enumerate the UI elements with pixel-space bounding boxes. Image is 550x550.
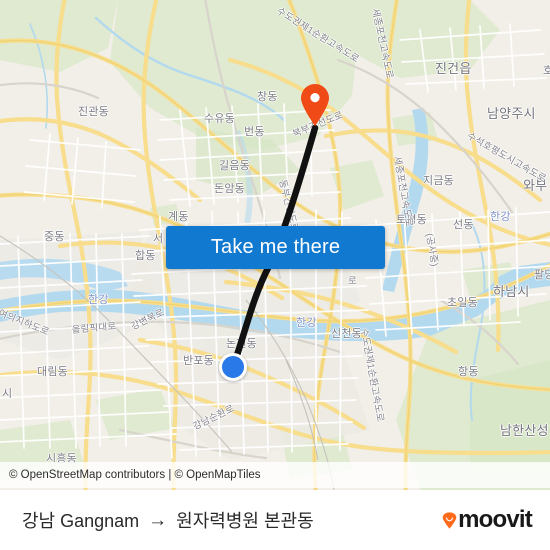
map-attribution-text[interactable]: © OpenStreetMap contributors | © OpenMap… (0, 469, 261, 481)
arrow-right-icon: → (148, 509, 168, 531)
origin-label: 강남 Gangnam (22, 511, 140, 531)
route-summary: 강남 Gangnam → 원자력병원 본관동 (22, 507, 314, 533)
map-attribution-bar: © OpenStreetMap contributors | © OpenMap… (0, 462, 550, 488)
moovit-logo[interactable]: moovit (442, 506, 533, 533)
moovit-wordmark: moovit (458, 506, 533, 533)
map-canvas[interactable]: .land { fill:#f2efe9; } .green { fill:#d… (0, 0, 550, 490)
moovit-pin-icon (442, 511, 457, 529)
moovit-route-card: .land { fill:#f2efe9; } .green { fill:#d… (0, 0, 550, 550)
destination-marker[interactable] (300, 84, 330, 126)
destination-label: 원자력병원 본관동 (176, 511, 314, 531)
origin-marker[interactable] (219, 353, 247, 381)
footer-bar: 강남 Gangnam → 원자력병원 본관동 moovit (0, 490, 550, 550)
take-me-there-button[interactable]: Take me there (166, 226, 385, 269)
